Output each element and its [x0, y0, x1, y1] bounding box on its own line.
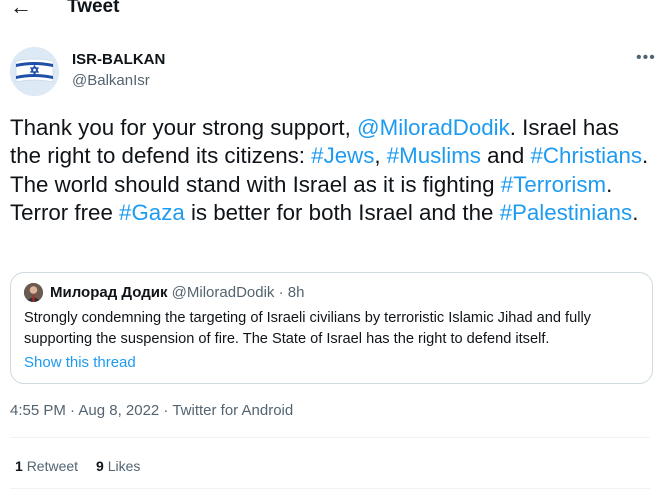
author-handle[interactable]: @BalkanIsr: [72, 71, 150, 91]
quoted-text: Strongly condemning the targeting of Isr…: [24, 310, 591, 347]
israeli-flag-avatar-image: [10, 47, 59, 96]
retweets-stat[interactable]: 1 Retweet: [15, 458, 78, 474]
divider: [10, 437, 650, 438]
likes-count: 9: [96, 458, 104, 474]
tweet-text-segment: is better for both Israel and the: [184, 199, 500, 225]
retweets-count: 1: [15, 458, 23, 474]
hashtag-link[interactable]: #Muslims: [387, 143, 481, 168]
tweet-text-segment: ,: [374, 143, 387, 169]
quoted-tweet[interactable]: Милорад Додик @MiloradDodik · 8h Strongl…: [10, 272, 653, 384]
mention-link[interactable]: @MiloradDodik: [357, 115, 510, 140]
hashtag-link[interactable]: #Terrorism: [501, 172, 606, 197]
quoted-author-name[interactable]: Милорад Додик: [50, 284, 168, 301]
tweet-text-segment: .: [632, 199, 639, 225]
hashtag-link[interactable]: #Palestinians: [500, 200, 633, 225]
engagement-stats: 1 Retweet 9 Likes: [15, 457, 140, 475]
quoted-separator: ·: [278, 284, 284, 301]
hashtag-link[interactable]: #Jews: [311, 143, 374, 168]
top-header: ← Tweet: [0, 0, 658, 22]
likes-label: Likes: [107, 458, 141, 474]
tweet-text: Thank you for your strong support, @Milo…: [10, 114, 650, 227]
likes-stat[interactable]: 9 Likes: [96, 458, 140, 474]
quoted-avatar[interactable]: [24, 283, 43, 302]
hashtag-link[interactable]: #Christians: [531, 143, 643, 168]
author-name[interactable]: ISR-BALKAN: [72, 50, 165, 70]
tweet-text-segment: and: [480, 143, 531, 169]
quoted-time[interactable]: 8h: [288, 284, 305, 301]
tweet-timestamp[interactable]: 4:55 PM · Aug 8, 2022 · Twitter for Andr…: [10, 401, 293, 421]
avatar[interactable]: [10, 47, 59, 96]
quoted-author-handle[interactable]: @MiloradDodik: [172, 284, 275, 301]
tweet-text-segment: Thank you for your strong support,: [10, 115, 358, 140]
page-title: Tweet: [67, 0, 120, 17]
retweets-label: Retweet: [26, 458, 79, 474]
show-thread-link[interactable]: Show this thread: [24, 353, 136, 372]
quoted-header: Милорад Додик @MiloradDodik · 8h: [50, 283, 304, 302]
quoted-avatar-image: [24, 283, 43, 302]
hashtag-link[interactable]: #Gaza: [119, 200, 185, 225]
more-horizontal-icon[interactable]: •••: [636, 50, 656, 66]
divider: [10, 488, 650, 489]
arrow-left-icon[interactable]: ←: [10, 0, 32, 20]
